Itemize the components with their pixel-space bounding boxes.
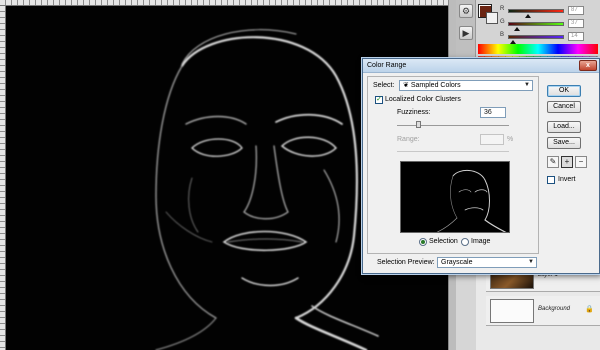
selection-radio[interactable] [419, 238, 427, 246]
close-icon[interactable]: x [579, 60, 597, 71]
preview-face-image [436, 170, 507, 232]
image-radio[interactable] [461, 238, 469, 246]
eyedropper-minus-icon[interactable]: − [575, 156, 587, 168]
range-field [480, 134, 504, 145]
color-range-dialog: Color Range x Select: ❦ Sampled Colors ▼… [362, 58, 600, 274]
blue-channel-label: B [500, 32, 505, 38]
green-channel-label: G [500, 19, 505, 25]
color-spectrum-bar[interactable] [478, 44, 598, 54]
green-slider[interactable] [508, 22, 564, 26]
layer-name: Background [538, 306, 571, 312]
selection-preview-thumbnail [400, 161, 510, 233]
selection-preview-label: Selection Preview: [377, 259, 435, 266]
layer-thumbnail [490, 299, 534, 323]
select-value: Sampled Colors [410, 82, 461, 89]
fuzziness-field[interactable]: 36 [480, 107, 506, 118]
layer-row[interactable]: Background 🔒 [486, 296, 600, 326]
blue-value-field[interactable]: 14 [568, 32, 584, 41]
selection-preview-dropdown[interactable]: Grayscale ▼ [437, 257, 537, 268]
fuzziness-slider[interactable] [397, 125, 509, 126]
select-label: Select: [373, 82, 395, 89]
eyedropper-plus-icon[interactable]: + [561, 156, 573, 168]
invert-label: Invert [558, 176, 576, 183]
green-value-field[interactable]: 37 [568, 19, 584, 28]
save-button[interactable]: Save... [547, 137, 581, 149]
range-label: Range: [397, 136, 420, 143]
selection-preview-value: Grayscale [441, 259, 473, 266]
range-unit: % [507, 136, 514, 143]
chevron-down-icon: ▼ [528, 259, 534, 265]
history-icon[interactable]: ⚙ [459, 4, 473, 18]
chevron-down-icon: ▼ [524, 82, 530, 88]
red-slider[interactable] [508, 9, 564, 13]
image-radio-label: Image [471, 238, 491, 245]
eyedropper-icon: ❦ [403, 82, 409, 89]
select-dropdown[interactable]: ❦ Sampled Colors ▼ [399, 80, 533, 91]
eyedropper-icon[interactable]: ✎ [547, 156, 559, 168]
red-value-field[interactable]: 87 [568, 6, 584, 15]
load-button[interactable]: Load... [547, 121, 581, 133]
blue-slider[interactable] [508, 35, 564, 39]
selection-radio-label: Selection [429, 238, 458, 245]
red-channel-label: R [500, 6, 505, 12]
localized-clusters-checkbox[interactable]: ✓ [375, 96, 383, 104]
invert-checkbox[interactable] [547, 176, 555, 184]
dialog-title: Color Range [363, 59, 599, 73]
background-color-swatch[interactable] [486, 12, 498, 24]
range-slider [397, 151, 509, 152]
red-slider-thumb[interactable] [525, 14, 531, 18]
actions-icon[interactable]: ▶ [459, 26, 473, 40]
ok-button[interactable]: OK [547, 85, 581, 97]
green-slider-thumb[interactable] [514, 27, 520, 31]
cancel-button[interactable]: Cancel [547, 101, 581, 113]
fuzziness-slider-thumb[interactable] [416, 121, 421, 128]
localized-clusters-label: Localized Color Clusters [385, 96, 461, 103]
fuzziness-label: Fuzziness: [397, 109, 431, 116]
lock-icon: 🔒 [585, 306, 594, 313]
